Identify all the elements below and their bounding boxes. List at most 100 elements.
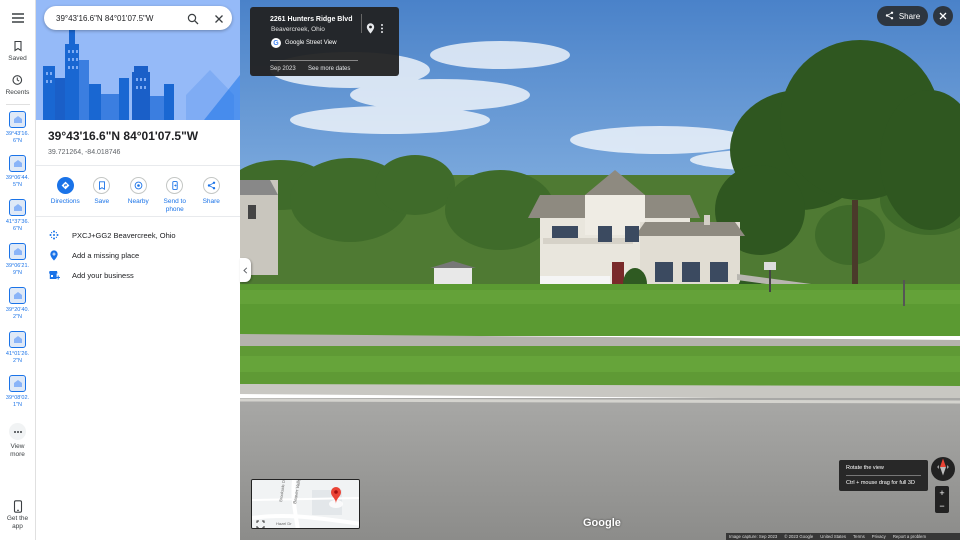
- mini-map[interactable]: Brookside Dr Beaver Valley Hazel Dr: [251, 479, 360, 529]
- add-place-text: Add a missing place: [72, 250, 140, 260]
- tooltip-title: Rotate the view: [846, 465, 884, 471]
- more-horiz-icon: [9, 423, 26, 440]
- recent-label: 39°06'44.5"N: [5, 175, 30, 188]
- recents-label: Recents: [5, 89, 30, 96]
- search-icon[interactable]: [187, 12, 199, 30]
- info-list: PXCJ+GG2 Beavercreek, Ohio Add a missing…: [36, 217, 240, 285]
- privacy-link[interactable]: Privacy: [872, 534, 886, 539]
- report-problem-link[interactable]: Report a problem: [893, 534, 926, 539]
- location-pin-icon[interactable]: [366, 21, 375, 39]
- zoom-out-button[interactable]: −: [935, 499, 949, 512]
- plus-code-icon: [48, 230, 60, 240]
- collapse-panel-button[interactable]: [240, 258, 251, 282]
- directions-label: Directions: [50, 198, 80, 205]
- phone-icon: [13, 500, 23, 513]
- sv-street-name: 2261 Hunters Ridge Blvd: [270, 16, 353, 23]
- minimap-street-3: Hazel Dr: [276, 521, 292, 526]
- card-separator: [361, 14, 362, 33]
- bookmark-icon: [12, 40, 24, 52]
- plus-code-text: PXCJ+GG2 Beavercreek, Ohio: [72, 230, 176, 240]
- place-title: 39°43'16.6"N 84°01'07.5"W: [48, 129, 199, 143]
- phone-send-icon: [166, 177, 184, 194]
- place-coordinates: 39.721264, -84.018746: [48, 149, 121, 156]
- nearby-icon: [129, 177, 147, 194]
- share-label: Share: [202, 198, 220, 205]
- save-button[interactable]: Save: [84, 177, 121, 216]
- sv-close-button[interactable]: [933, 6, 953, 26]
- history-icon: [11, 74, 23, 86]
- see-more-dates-link[interactable]: See more dates: [308, 66, 350, 72]
- copyright-text: © 2023 Google: [784, 534, 814, 539]
- recent-item[interactable]: 39°06'21.9"N: [0, 243, 36, 287]
- add-location-icon: [48, 249, 60, 261]
- share-button[interactable]: Share: [193, 177, 230, 216]
- recent-label: 41°01'26.2"N: [5, 351, 30, 364]
- send-to-phone-button[interactable]: Send to phone: [157, 177, 194, 216]
- street-view-source-label: Google Street View: [285, 40, 337, 46]
- view-more-label: View more: [10, 443, 25, 458]
- add-business-icon: [48, 270, 60, 280]
- clear-search-icon[interactable]: [213, 12, 225, 30]
- compass-icon: [936, 458, 950, 481]
- recent-thumbnail: [9, 155, 26, 172]
- share-icon: [885, 11, 894, 22]
- recent-item[interactable]: 41°01'26.2"N: [0, 331, 36, 375]
- nearby-label: Nearby: [127, 198, 149, 205]
- saved-button[interactable]: Saved: [8, 40, 27, 62]
- more-vert-icon[interactable]: [380, 21, 384, 39]
- add-missing-place-row[interactable]: Add a missing place: [36, 245, 240, 265]
- menu-icon[interactable]: [10, 10, 26, 26]
- action-bar: Directions Save Nearby Send to phone Sha…: [36, 166, 240, 216]
- directions-button[interactable]: Directions: [47, 177, 84, 216]
- recent-label: 39°20'40.2"N: [5, 307, 30, 320]
- view-more-button[interactable]: View more: [6, 423, 30, 459]
- attribution-bar: Image capture: Sep 2023 © 2023 Google Un…: [726, 533, 960, 540]
- search-input[interactable]: [56, 13, 176, 23]
- recent-item[interactable]: 39°08'02.1"N: [0, 375, 36, 419]
- recent-item[interactable]: 39°06'44.5"N: [0, 155, 36, 199]
- share-icon: [202, 177, 220, 194]
- compass-button[interactable]: [931, 457, 955, 481]
- sv-locality: Beavercreek, Ohio: [271, 26, 325, 33]
- sv-share-label: Share: [898, 11, 921, 21]
- recents-button[interactable]: Recents: [5, 74, 30, 96]
- card-separator: [270, 60, 358, 61]
- plus-code-row[interactable]: PXCJ+GG2 Beavercreek, Ohio: [36, 225, 240, 245]
- zoom-controls: + −: [935, 486, 949, 513]
- street-view-canvas[interactable]: [240, 0, 960, 540]
- fullscreen-icon[interactable]: [256, 516, 265, 528]
- sv-share-button[interactable]: Share: [877, 6, 928, 26]
- recent-thumbnail: [9, 199, 26, 216]
- capture-date: Sep 2023: [270, 66, 296, 72]
- street-view-info-card: 2261 Hunters Ridge Blvd Beavercreek, Ohi…: [250, 7, 399, 76]
- hero-illustration: [36, 0, 240, 120]
- recent-thumbnail: [9, 331, 26, 348]
- recent-thumbnail: [9, 375, 26, 392]
- bookmark-icon: [93, 177, 111, 194]
- directions-icon: [56, 177, 74, 194]
- recent-item[interactable]: 41°37'36.6"N: [0, 199, 36, 243]
- street-view-source: G Google Street View: [271, 38, 337, 48]
- nearby-button[interactable]: Nearby: [120, 177, 157, 216]
- recent-label: 39°06'21.9"N: [5, 263, 30, 276]
- recent-label: 39°43'16.6"N: [5, 131, 30, 144]
- close-icon: [939, 7, 947, 25]
- zoom-in-button[interactable]: +: [935, 486, 949, 499]
- google-logo: Google: [583, 517, 621, 529]
- add-business-row[interactable]: Add your business: [36, 265, 240, 285]
- chevron-left-icon: [243, 261, 248, 279]
- place-panel: 39°43'16.6"N 84°01'07.5"W 39.721264, -84…: [36, 0, 240, 540]
- recent-item[interactable]: 39°43'16.6"N: [0, 111, 36, 155]
- add-business-text: Add your business: [72, 270, 134, 280]
- terms-link[interactable]: Terms: [853, 534, 865, 539]
- get-app-label: Get the app: [6, 515, 29, 530]
- send-to-phone-label: Send to phone: [163, 198, 186, 213]
- get-app-button[interactable]: Get the app: [4, 500, 32, 531]
- search-box: [44, 6, 232, 30]
- left-rail: Saved Recents 39°43'16.6"N 39°06'44.5"N …: [0, 0, 36, 540]
- saved-label: Saved: [8, 55, 27, 62]
- save-label: Save: [94, 198, 110, 205]
- region-link[interactable]: United States: [820, 534, 846, 539]
- rotate-tooltip: Rotate the view Ctrl + mouse drag for fu…: [839, 460, 928, 491]
- recent-item[interactable]: 39°20'40.2"N: [0, 287, 36, 331]
